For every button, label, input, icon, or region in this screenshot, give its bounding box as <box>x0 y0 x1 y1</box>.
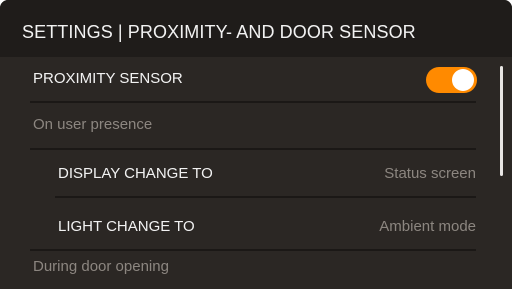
row-divider <box>30 148 476 150</box>
section-door-opening-label: During door opening <box>33 258 169 275</box>
settings-panel: SETTINGS | PROXIMITY- AND DOOR SENSOR PR… <box>0 0 512 289</box>
display-change-value: Status screen <box>384 165 476 182</box>
display-change-row[interactable]: DISPLAY CHANGE TO Status screen <box>0 152 490 198</box>
section-user-presence: On user presence <box>0 104 490 150</box>
section-user-presence-label: On user presence <box>33 116 153 133</box>
display-change-label: DISPLAY CHANGE TO <box>58 165 213 182</box>
header-bar: SETTINGS | PROXIMITY- AND DOOR SENSOR <box>0 0 512 57</box>
row-divider <box>30 101 476 103</box>
proximity-sensor-label: PROXIMITY SENSOR <box>33 70 183 87</box>
scrollbar[interactable] <box>500 66 503 176</box>
section-door-opening: During door opening <box>0 246 490 289</box>
page-title: SETTINGS | PROXIMITY- AND DOOR SENSOR <box>22 22 416 42</box>
row-divider <box>55 196 476 198</box>
proximity-sensor-row[interactable]: PROXIMITY SENSOR <box>0 57 490 103</box>
proximity-sensor-toggle[interactable] <box>426 67 477 93</box>
light-change-value: Ambient mode <box>379 218 476 235</box>
toggle-knob <box>452 69 474 91</box>
light-change-label: LIGHT CHANGE TO <box>58 218 195 235</box>
light-change-row[interactable]: LIGHT CHANGE TO Ambient mode <box>0 205 490 251</box>
